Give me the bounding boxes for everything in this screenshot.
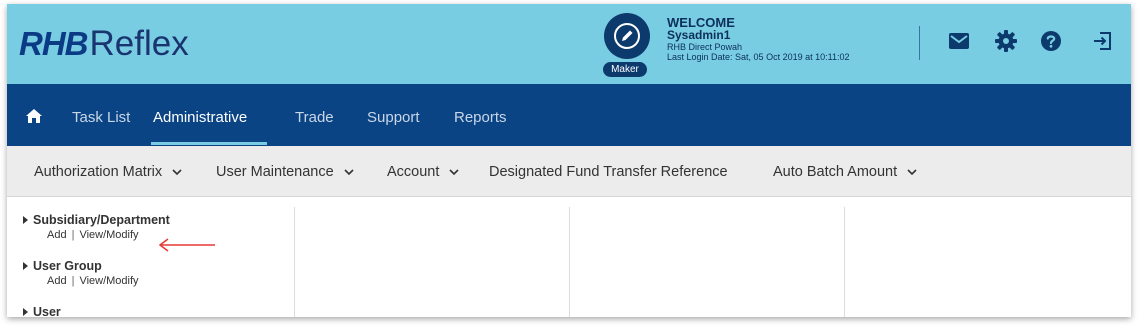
submenu-label: Authorization Matrix [34, 164, 163, 180]
section-links: Add | View/Modify [47, 229, 170, 241]
annotation-arrow-icon [158, 238, 215, 252]
section-title[interactable]: Subsidiary/Department [23, 213, 170, 227]
home-icon[interactable] [25, 108, 43, 124]
top-header: RHB Reflex Maker WELCOME Sysadmin1 RHB D… [7, 4, 1131, 84]
user-avatar-block[interactable]: Maker [601, 13, 655, 79]
view-modify-link[interactable]: View/Modify [79, 229, 138, 241]
link-separator: | [71, 229, 75, 241]
logout-icon[interactable] [1090, 28, 1116, 54]
submenu-label: User Maintenance [216, 164, 334, 180]
nav-administrative[interactable]: Administrative [153, 84, 247, 146]
section-title-text: Subsidiary/Department [33, 213, 170, 227]
role-badge: Maker [603, 62, 647, 77]
sub-menu: Authorization Matrix User Maintenance Ac… [7, 146, 1131, 197]
pencil-icon [614, 23, 640, 49]
nav-reports[interactable]: Reports [454, 84, 507, 146]
section-user: User [23, 305, 61, 317]
link-separator: | [71, 275, 75, 287]
avatar[interactable] [604, 13, 650, 59]
submenu-label: Designated Fund Transfer Reference [489, 164, 728, 180]
section-title-text: User [33, 305, 61, 317]
column-divider [294, 207, 295, 317]
submenu-designated-fund-transfer[interactable]: Designated Fund Transfer Reference [489, 146, 728, 196]
view-modify-link[interactable]: View/Modify [79, 275, 138, 287]
logo[interactable]: RHB Reflex [19, 24, 189, 64]
submenu-account[interactable]: Account [387, 146, 460, 196]
logo-suffix: Reflex [89, 24, 189, 63]
nav-support[interactable]: Support [367, 84, 420, 146]
submenu-label: Account [387, 164, 440, 180]
submenu-user-maintenance[interactable]: User Maintenance [216, 146, 354, 196]
section-title[interactable]: User Group [23, 259, 139, 273]
section-links: Add | View/Modify [47, 275, 139, 287]
username: Sysadmin1 [667, 28, 731, 42]
chevron-down-icon [172, 169, 182, 175]
company-name: RHB Direct Powah [667, 42, 743, 52]
chevron-down-icon [344, 169, 354, 175]
last-login: Last Login Date: Sat, 05 Oct 2019 at 10:… [667, 52, 850, 62]
welcome-block: WELCOME Sysadmin1 RHB Direct Powah Last … [667, 16, 849, 63]
caret-right-icon [23, 262, 28, 270]
header-divider [919, 26, 920, 60]
section-user-group: User Group Add | View/Modify [23, 259, 139, 287]
column-divider [844, 207, 845, 317]
help-icon[interactable] [1038, 28, 1064, 54]
gear-icon[interactable] [993, 28, 1019, 54]
caret-right-icon [23, 308, 28, 316]
chevron-down-icon [907, 169, 917, 175]
chevron-down-icon [449, 169, 460, 175]
add-link[interactable]: Add [47, 275, 67, 287]
submenu-authorization-matrix[interactable]: Authorization Matrix [34, 146, 182, 196]
app-window: RHB Reflex Maker WELCOME Sysadmin1 RHB D… [7, 4, 1131, 317]
section-title[interactable]: User [23, 305, 61, 317]
submenu-auto-batch-amount[interactable]: Auto Batch Amount [773, 146, 917, 196]
submenu-label: Auto Batch Amount [773, 164, 898, 180]
caret-right-icon [23, 216, 28, 224]
add-link[interactable]: Add [47, 229, 67, 241]
nav-task-list[interactable]: Task List [72, 84, 130, 146]
dropdown-panel: Subsidiary/Department Add | View/Modify Us… [7, 197, 1131, 317]
column-divider [569, 207, 570, 317]
mail-icon[interactable] [946, 28, 972, 54]
nav-trade[interactable]: Trade [295, 84, 334, 146]
active-tab-indicator [151, 142, 267, 145]
logo-prefix: RHB [19, 25, 88, 62]
section-subsidiary-department: Subsidiary/Department Add | View/Modify [23, 213, 170, 241]
section-title-text: User Group [33, 259, 102, 273]
